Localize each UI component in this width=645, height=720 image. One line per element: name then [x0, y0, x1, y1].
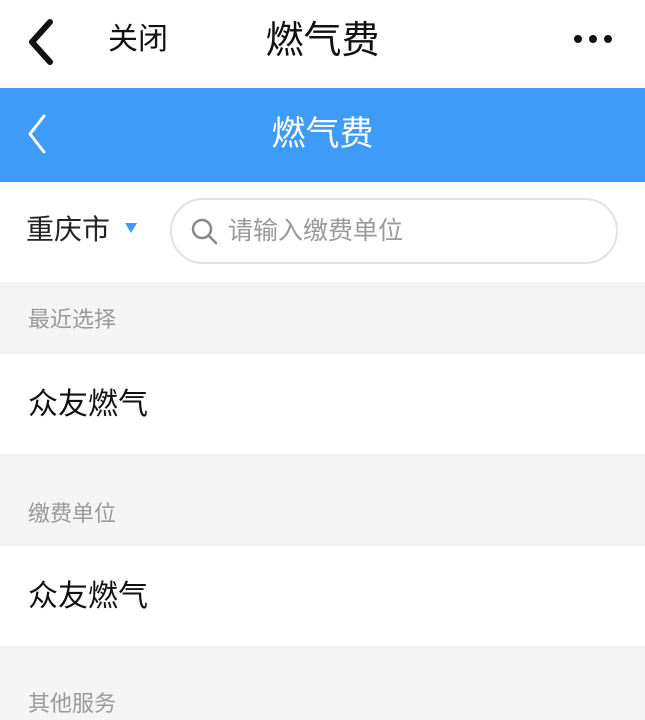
- city-selector[interactable]: 重庆市: [26, 210, 110, 250]
- section-title: 其他服务: [28, 692, 117, 717]
- more-horizontal-icon[interactable]: [571, 24, 615, 54]
- list-item-label: 众友燃气: [28, 579, 148, 614]
- search-placeholder: 请输入缴费单位: [228, 216, 404, 245]
- filter-bar: 重庆市 请输入缴费单位: [0, 182, 645, 282]
- section-title: 缴费单位: [28, 502, 117, 527]
- list-item[interactable]: 众友燃气: [0, 546, 645, 646]
- list-item[interactable]: 众友燃气: [0, 354, 645, 454]
- section-header-payees: 缴费单位: [0, 454, 645, 546]
- section-title: 最近选择: [28, 308, 117, 333]
- page-title: 燃气费: [271, 114, 374, 154]
- section-header-other: 其他服务: [0, 646, 645, 720]
- section-header-recent: 最近选择: [0, 282, 645, 354]
- list-item-label: 众友燃气: [28, 387, 148, 422]
- search-input[interactable]: 请输入缴费单位: [170, 198, 618, 264]
- app-top-bar: 关闭 燃气费: [0, 0, 645, 88]
- search-icon: [191, 218, 218, 245]
- page-header: 燃气费: [0, 88, 645, 182]
- caret-down-icon[interactable]: [124, 222, 138, 234]
- window-title: 燃气费: [265, 18, 380, 62]
